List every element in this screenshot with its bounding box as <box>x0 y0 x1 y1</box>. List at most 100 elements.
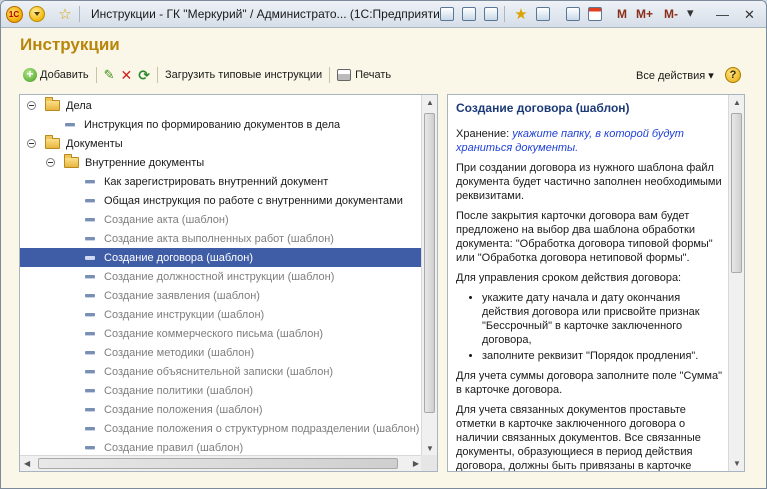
instructions-tree[interactable]: Дела Инструкция по формированию документо… <box>19 94 438 472</box>
tree-row-label: Создание положения (шаблон) <box>104 403 263 416</box>
page-title: Инструкции <box>20 35 120 54</box>
minimize-button[interactable]: — <box>716 7 729 22</box>
title-bar: 1С ☆ Инструкции - ГК "Меркурий" / Админи… <box>1 1 766 28</box>
instruction-item-icon <box>85 370 95 373</box>
tree-item-row[interactable]: Создание договора (шаблон) <box>20 248 423 267</box>
tree-item-row[interactable]: Как зарегистрировать внутренний документ <box>20 172 423 191</box>
tree-row-label: Внутренние документы <box>85 156 205 169</box>
preview-icon[interactable] <box>482 5 500 23</box>
tree-item-row[interactable]: Создание объяснительной записки (шаблон) <box>20 362 423 381</box>
save-icon[interactable] <box>438 5 456 23</box>
tree-folder-row[interactable]: Документы <box>20 134 423 153</box>
tree-row-label: Создание методики (шаблон) <box>104 346 255 359</box>
instruction-item-icon <box>85 275 95 278</box>
list-item: укажите дату начала и дату окончания дей… <box>482 291 722 347</box>
tree-horizontal-scrollbar[interactable]: ◀ ▶ <box>20 455 423 471</box>
tree-row-label: Создание должностной инструкции (шаблон) <box>104 270 335 283</box>
collapse-toggle-icon[interactable] <box>27 101 36 110</box>
tree-row-label: Создание коммерческого письма (шаблон) <box>104 327 324 340</box>
tree-item-row[interactable]: Инструкция по формированию документов в … <box>20 115 423 134</box>
instruction-item-icon <box>85 180 95 183</box>
tree-item-row[interactable]: Создание акта выполненных работ (шаблон) <box>20 229 423 248</box>
description-paragraph-5: Для учета связанных документов проставьт… <box>456 404 701 472</box>
instruction-item-icon <box>85 427 95 430</box>
collapse-toggle-icon[interactable] <box>46 158 55 167</box>
tree-item-row[interactable]: Создание должностной инструкции (шаблон) <box>20 267 423 286</box>
tree-row-label: Создание акта выполненных работ (шаблон) <box>104 232 334 245</box>
window-title: Инструкции - ГК "Меркурий" / Администрат… <box>91 7 451 21</box>
pencil-icon: ✎ <box>103 67 115 82</box>
tree-item-row[interactable]: Создание инструкции (шаблон) <box>20 305 423 324</box>
memory-m-button[interactable]: M <box>617 7 627 21</box>
all-actions-menu[interactable]: Все действия ▾ <box>636 69 714 82</box>
tree-item-row[interactable]: Создание коммерческого письма (шаблон) <box>20 324 423 343</box>
description-paragraph-4: Для учета суммы договора заполните поле … <box>456 370 722 396</box>
tree-folder-row[interactable]: Дела <box>20 96 423 115</box>
instruction-item-icon <box>85 332 95 335</box>
refresh-button[interactable]: ⟳ <box>135 65 153 85</box>
instruction-item-icon <box>85 351 95 354</box>
refresh-icon: ⟳ <box>138 66 150 83</box>
collapse-toggle-icon[interactable] <box>27 139 36 148</box>
storage-paragraph: Хранение: укажите папку, в которой будут… <box>456 128 684 154</box>
favorites-star-icon[interactable]: ☆ <box>56 5 74 23</box>
description-vertical-scrollbar[interactable]: ▲ ▼ <box>728 95 744 471</box>
main-menu-icon[interactable] <box>28 5 46 23</box>
memory-m-minus-button[interactable]: M- <box>664 7 678 21</box>
description-bullet-list: укажите дату начала и дату окончания дей… <box>456 291 722 363</box>
instruction-item-icon <box>85 446 95 449</box>
add-favorite-icon[interactable]: ★ <box>512 5 530 23</box>
tree-row-label: Создание договора (шаблон) <box>104 251 254 264</box>
tree-item-row[interactable]: Создание политики (шаблон) <box>20 381 423 400</box>
add-icon: + <box>23 68 37 82</box>
tree-item-row[interactable]: Создание заявления (шаблон) <box>20 286 423 305</box>
close-button[interactable]: ✕ <box>744 7 755 23</box>
tree-item-row[interactable]: Создание положения (шаблон) <box>20 400 423 419</box>
tree-item-row[interactable]: Общая инструкция по работе с внутренними… <box>20 191 423 210</box>
folder-icon <box>45 97 60 111</box>
delete-button[interactable]: ✕ <box>118 65 136 85</box>
tree-vertical-scrollbar[interactable]: ▲ ▼ <box>421 95 437 456</box>
tree-row-label: Дела <box>66 99 92 112</box>
tree-row-label: Создание объяснительной записки (шаблон) <box>104 365 334 378</box>
tree-item-row[interactable]: Создание методики (шаблон) <box>20 343 423 362</box>
instruction-item-icon <box>85 408 95 411</box>
description-paragraph-2: После закрытия карточки договора вам буд… <box>456 210 713 264</box>
tree-folder-row[interactable]: Внутренние документы <box>20 153 423 172</box>
tree-item-row[interactable]: Создание акта (шаблон) <box>20 210 423 229</box>
logo-1c-icon[interactable]: 1С <box>5 5 23 23</box>
instruction-item-icon <box>85 389 95 392</box>
tree-item-row[interactable]: Создание положения о структурном подразд… <box>20 419 423 438</box>
tree-row-label: Создание заявления (шаблон) <box>104 289 260 302</box>
tree-row-label: Создание политики (шаблон) <box>104 384 254 397</box>
tree-row-label: Создание правил (шаблон) <box>104 441 244 454</box>
add-button[interactable]: + Добавить <box>20 65 92 85</box>
calculator-icon[interactable] <box>564 5 582 23</box>
bookmark-icon[interactable] <box>534 5 552 23</box>
calendar-icon[interactable] <box>586 5 604 23</box>
instruction-item-icon <box>65 123 75 126</box>
print-button[interactable]: Печать <box>334 65 394 85</box>
folder-icon <box>64 154 79 168</box>
delete-x-icon: ✕ <box>120 66 133 83</box>
tree-row-label: Общая инструкция по работе с внутренними… <box>104 194 403 207</box>
print-window-icon[interactable] <box>460 5 478 23</box>
help-icon[interactable]: ? <box>725 67 741 83</box>
instruction-item-icon <box>85 218 95 221</box>
tree-row-label: Создание положения о структурном подразд… <box>104 422 420 435</box>
memory-m-plus-button[interactable]: M+ <box>636 7 653 21</box>
tree-row-label: Создание инструкции (шаблон) <box>104 308 265 321</box>
app-window: 1С ☆ Инструкции - ГК "Меркурий" / Админи… <box>0 0 767 489</box>
list-item: заполните реквизит "Порядок продления". <box>482 349 722 363</box>
printer-icon <box>337 69 352 81</box>
load-standard-instructions-button[interactable]: Загрузить типовые инструкции <box>162 65 325 85</box>
tree-row-label: Создание акта (шаблон) <box>104 213 229 226</box>
tree-row-label: Инструкция по формированию документов в … <box>84 118 341 131</box>
folder-icon <box>45 135 60 149</box>
description-title: Создание договора (шаблон) <box>456 101 630 115</box>
edit-button[interactable]: ✎ <box>101 65 118 85</box>
description-paragraph-3: Для управления сроком действия договора: <box>456 272 682 284</box>
instruction-item-icon <box>85 256 95 259</box>
instruction-description: Создание договора (шаблон) Хранение: ука… <box>447 94 745 472</box>
title-dropdown-icon[interactable]: ▾ <box>687 5 694 21</box>
